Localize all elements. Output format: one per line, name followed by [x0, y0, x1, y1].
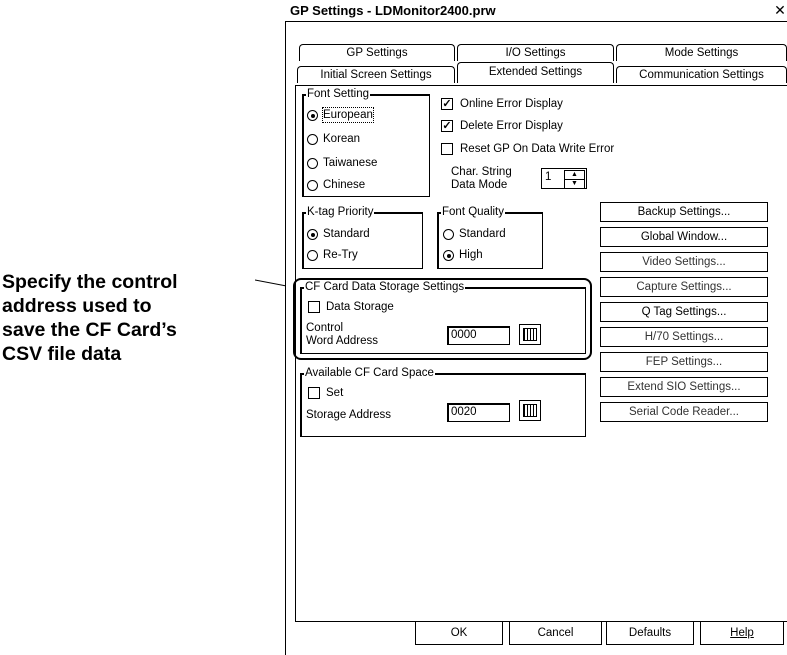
close-button[interactable]: ✕ [773, 2, 787, 18]
check-online-error[interactable]: ✓ [441, 98, 453, 110]
label-european: European [322, 107, 374, 123]
cf-space-group [300, 373, 586, 437]
spinner-down-icon[interactable]: ▼ [564, 179, 585, 189]
tab-communication-settings[interactable]: Communication Settings [616, 66, 787, 83]
tab-io-settings[interactable]: I/O Settings [457, 44, 614, 61]
calculator-icon-2[interactable] [519, 400, 541, 421]
label-ktag-retry: Re-Try [323, 249, 358, 261]
q-tag-settings-button[interactable]: Q Tag Settings... [600, 302, 768, 322]
extend-sio-settings-button[interactable]: Extend SIO Settings... [600, 377, 768, 397]
callout-line-2: address used to [2, 295, 152, 317]
video-settings-button[interactable]: Video Settings... [600, 252, 768, 272]
char-string-value: 1 [545, 171, 552, 183]
radio-quality-standard[interactable] [443, 229, 454, 240]
radio-ktag-standard[interactable] [307, 229, 318, 240]
ktag-priority-legend: K-tag Priority [306, 206, 375, 219]
callout-line-3: save the CF Card’s [2, 319, 177, 341]
label-set: Set [326, 387, 344, 399]
callout-text: Specify the control address used to save… [2, 270, 257, 366]
radio-taiwanese[interactable] [307, 158, 318, 169]
callout-line-4: CSV file data [2, 343, 122, 365]
radio-quality-high[interactable] [443, 250, 454, 261]
callout-highlight-box [293, 278, 592, 360]
label-quality-high: High [459, 249, 483, 261]
label-delete-error: Delete Error Display [460, 120, 563, 132]
label-online-error: Online Error Display [460, 98, 563, 110]
tab-initial-screen-settings[interactable]: Initial Screen Settings [297, 66, 455, 83]
help-button[interactable]: Help [700, 621, 784, 645]
storage-address-label: Storage Address [306, 409, 392, 421]
char-string-spinner[interactable]: 1 ▲ ▼ [541, 168, 587, 189]
label-quality-standard: Standard [459, 228, 506, 240]
font-quality-legend: Font Quality [441, 206, 505, 219]
tab-extended-settings[interactable]: Extended Settings [457, 62, 614, 83]
cancel-button[interactable]: Cancel [509, 621, 602, 645]
storage-address-input[interactable]: 0020 [447, 403, 510, 422]
check-delete-error[interactable]: ✓ [441, 120, 453, 132]
radio-european[interactable] [307, 110, 318, 121]
window-title: GP Settings - LDMonitor2400.prw [290, 3, 496, 18]
backup-settings-button[interactable]: Backup Settings... [600, 202, 768, 222]
serial-code-reader-button[interactable]: Serial Code Reader... [600, 402, 768, 422]
label-korean: Korean [323, 133, 361, 145]
radio-korean[interactable] [307, 134, 318, 145]
radio-ktag-retry[interactable] [307, 250, 318, 261]
fep-settings-button[interactable]: FEP Settings... [600, 352, 768, 372]
h70-settings-button[interactable]: H/70 Settings... [600, 327, 768, 347]
capture-settings-button[interactable]: Capture Settings... [600, 277, 768, 297]
callout-line-1: Specify the control [2, 271, 178, 293]
check-reset-gp[interactable] [441, 143, 453, 155]
ok-button[interactable]: OK [415, 621, 503, 645]
char-string-label-2: Data Mode [451, 179, 508, 191]
radio-chinese[interactable] [307, 180, 318, 191]
tab-mode-settings[interactable]: Mode Settings [616, 44, 787, 61]
font-setting-legend: Font Setting [306, 88, 371, 101]
tab-gp-settings[interactable]: GP Settings [299, 44, 455, 61]
char-string-label-1: Char. String [451, 166, 512, 178]
check-set[interactable] [308, 387, 320, 399]
label-taiwanese: Taiwanese [323, 157, 378, 169]
label-ktag-standard: Standard [323, 228, 370, 240]
label-reset-gp: Reset GP On Data Write Error [460, 143, 615, 155]
defaults-button[interactable]: Defaults [606, 621, 694, 645]
global-window-button[interactable]: Global Window... [600, 227, 768, 247]
label-chinese: Chinese [323, 179, 366, 191]
cf-space-legend: Available CF Card Space [304, 367, 435, 380]
